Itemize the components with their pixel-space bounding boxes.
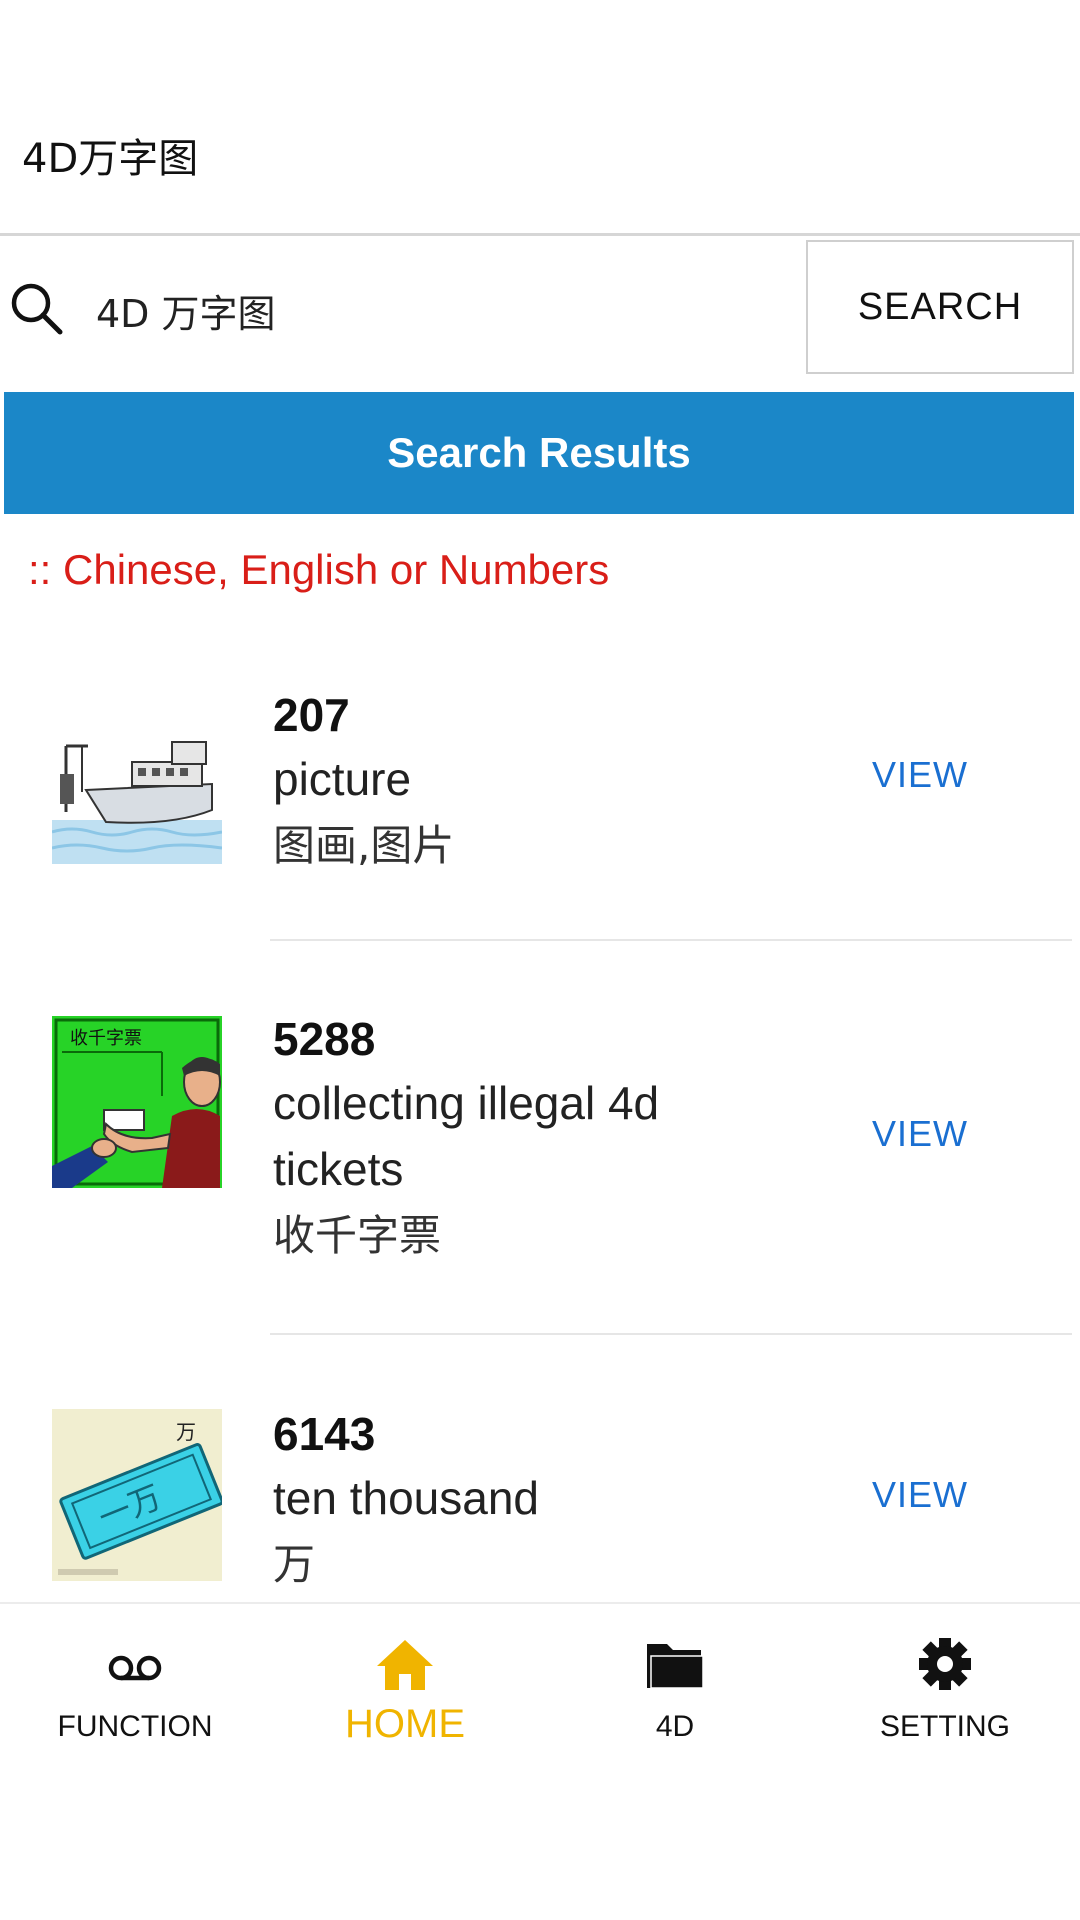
result-english: picture [273, 753, 412, 805]
result-chinese: 收千字票 [273, 1211, 442, 1260]
app-header: 4D万字图 [0, 0, 1080, 236]
search-hint: :: Chinese, English or Numbers [28, 546, 610, 593]
view-button[interactable]: VIEW [872, 754, 968, 796]
search-icon [11, 283, 63, 335]
nav-label-home: HOME [345, 1702, 465, 1746]
folder-icon [647, 1644, 704, 1689]
result-chinese: 图画,图片 [273, 821, 455, 870]
bottom-nav: FUNCTION HOME 4D SETTING [0, 1602, 1080, 1758]
result-thumbnail-ship [52, 692, 222, 864]
search-results-label: Search Results [387, 429, 691, 476]
view-button[interactable]: VIEW [872, 1474, 968, 1516]
result-text: 207 picture 图画,图片 [273, 684, 753, 880]
nav-item-home[interactable]: HOME [270, 1604, 540, 1760]
app-title: 4D万字图 [22, 136, 199, 182]
thumb-label: 万 [176, 1420, 196, 1444]
result-english: ten thousand [273, 1472, 540, 1524]
result-thumbnail-collector: 收千字票 [52, 1016, 222, 1188]
voicemail-icon [108, 1655, 162, 1681]
search-bar: SEARCH [0, 240, 1080, 380]
search-button[interactable]: SEARCH [806, 240, 1074, 374]
nav-label-setting: SETTING [879, 1710, 1010, 1743]
nav-item-function[interactable]: FUNCTION [0, 1604, 270, 1760]
gear-icon [919, 1638, 971, 1690]
search-results-bar: Search Results [4, 392, 1074, 514]
result-thumbnail-banknote: 万 一万 [52, 1409, 222, 1581]
nav-item-4d[interactable]: 4D [540, 1604, 810, 1760]
result-number: 207 [273, 689, 350, 741]
result-text: 5288 collecting illegal 4d tickets 收千字票 [273, 1008, 753, 1270]
result-number: 5288 [273, 1013, 376, 1065]
result-number: 6143 [273, 1408, 376, 1460]
view-button[interactable]: VIEW [872, 1113, 968, 1155]
divider [270, 1333, 1072, 1335]
divider [270, 939, 1072, 941]
nav-item-setting[interactable]: SETTING [810, 1604, 1080, 1760]
result-chinese: 万 [273, 1540, 316, 1589]
result-text: 6143 ten thousand 万 [273, 1403, 753, 1599]
result-list: 207 picture 图画,图片 VIEW 收千字票 5288 collect… [0, 640, 1080, 1600]
home-icon [377, 1640, 433, 1690]
nav-label-function: FUNCTION [57, 1710, 213, 1743]
result-english: collecting illegal 4d tickets [273, 1077, 660, 1195]
nav-label-4d: 4D [655, 1710, 695, 1743]
svg-text:收千字票: 收千字票 [70, 1028, 142, 1049]
search-input[interactable] [96, 262, 786, 358]
